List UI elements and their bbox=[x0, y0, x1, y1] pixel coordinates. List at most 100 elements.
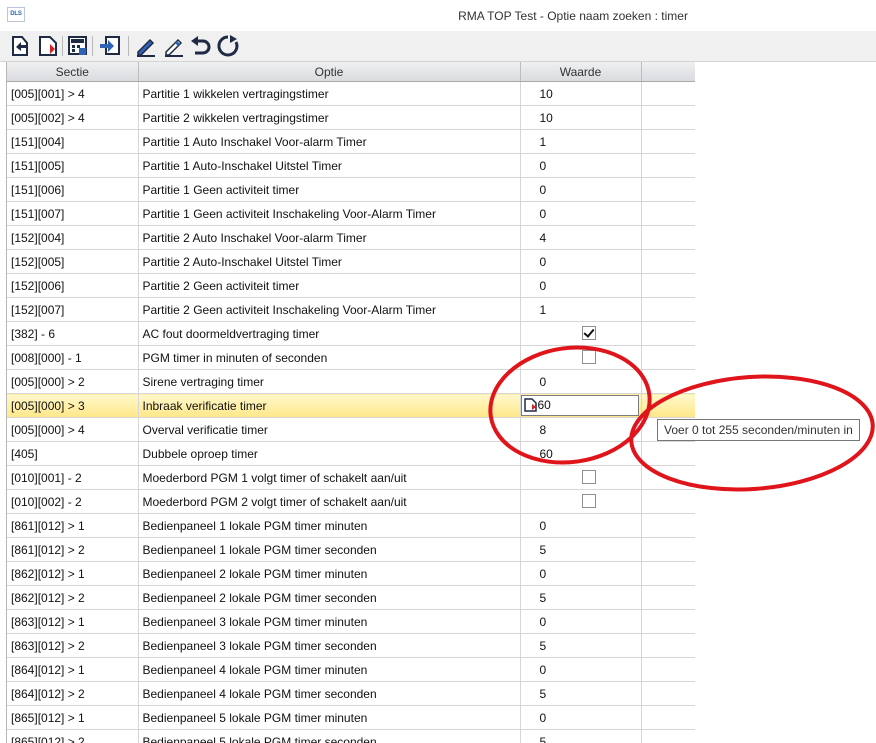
table-row[interactable]: [862][012] > 1 Bedienpaneel 2 lokale PGM … bbox=[7, 561, 695, 586]
table-row[interactable]: [151][004] Partitie 1 Auto Inschakel Voor… bbox=[7, 129, 695, 154]
cell-waarde[interactable]: 5 bbox=[520, 633, 642, 658]
cell-waarde[interactable]: 0 bbox=[520, 153, 642, 178]
tag-icon[interactable] bbox=[36, 34, 60, 58]
cell-sectie: [405] bbox=[7, 441, 139, 466]
table-row[interactable]: [151][007] Partitie 1 Geen activiteit Ins… bbox=[7, 201, 695, 226]
cell-waarde[interactable]: 0 bbox=[520, 249, 642, 274]
cell-value-text: 5 bbox=[539, 542, 547, 557]
table-row[interactable]: [152][005] Partitie 2 Auto-Inschakel Uits… bbox=[7, 249, 695, 274]
cell-value-text: 0 bbox=[539, 710, 547, 725]
cell-waarde[interactable]: 8 bbox=[520, 417, 642, 442]
cell-waarde[interactable]: 60 bbox=[520, 441, 642, 466]
table-row[interactable]: [151][005] Partitie 1 Auto-Inschakel Uits… bbox=[7, 153, 695, 178]
cell-waarde[interactable]: 0 bbox=[520, 177, 642, 202]
table-row[interactable]: [152][004] Partitie 2 Auto Inschakel Voor… bbox=[7, 225, 695, 250]
table-row[interactable]: [010][001] - 2 Moederbord PGM 1 volgt tim… bbox=[7, 465, 695, 490]
table-row[interactable]: [863][012] > 1 Bedienpaneel 3 lokale PGM … bbox=[7, 609, 695, 634]
cell-optie: Bedienpaneel 3 lokale PGM timer seconden bbox=[138, 633, 521, 658]
table-row[interactable]: [152][006] Partitie 2 Geen activiteit tim… bbox=[7, 273, 695, 298]
cell-sectie: [864][012] > 1 bbox=[7, 657, 139, 682]
table-row[interactable]: [005][002] > 4 Partitie 2 wikkelen vertra… bbox=[7, 105, 695, 130]
cell-waarde[interactable]: 0 bbox=[520, 657, 642, 682]
column-header-optie[interactable]: Optie bbox=[138, 62, 521, 82]
cell-waarde[interactable]: 10 bbox=[520, 105, 642, 130]
cell-waarde[interactable]: 5 bbox=[520, 585, 642, 610]
cell-sectie: [862][012] > 1 bbox=[7, 561, 139, 586]
table-row[interactable]: [010][002] - 2 Moederbord PGM 2 volgt tim… bbox=[7, 489, 695, 514]
table-row[interactable]: [861][012] > 2 Bedienpaneel 1 lokale PGM … bbox=[7, 537, 695, 562]
cell-sectie: [152][007] bbox=[7, 297, 139, 322]
cell-optie: Partitie 1 Auto-Inschakel Uitstel Timer bbox=[138, 153, 521, 178]
cell-waarde[interactable]: 0 bbox=[520, 705, 642, 730]
value-edit-field[interactable]: 60 bbox=[520, 395, 639, 416]
value-tooltip: Voer 0 tot 255 seconden/minuten in bbox=[657, 419, 860, 441]
cell-waarde[interactable]: 0 bbox=[520, 609, 642, 634]
table-row[interactable]: [005][000] > 3 Inbraak verificatie timer 6… bbox=[7, 393, 695, 418]
table-row[interactable]: [405] Dubbele oproep timer 60 bbox=[7, 441, 695, 466]
cell-waarde[interactable]: 0 bbox=[520, 201, 642, 226]
cell-waarde[interactable]: 5 bbox=[520, 537, 642, 562]
table-row[interactable]: [005][000] > 4 Overval verificatie timer 8 bbox=[7, 417, 695, 442]
table-row[interactable]: [864][012] > 1 Bedienpaneel 4 lokale PGM … bbox=[7, 657, 695, 682]
refresh-icon[interactable] bbox=[216, 34, 240, 58]
cell-extra bbox=[641, 465, 695, 490]
table-row[interactable]: [862][012] > 2 Bedienpaneel 2 lokale PGM … bbox=[7, 585, 695, 610]
column-header-sectie[interactable]: Sectie bbox=[7, 62, 139, 82]
table-row[interactable]: [008][000] - 1 PGM timer in minuten of se… bbox=[7, 345, 695, 370]
checkbox-unchecked[interactable] bbox=[581, 470, 596, 484]
cell-sectie: [863][012] > 1 bbox=[7, 609, 139, 634]
pencil-blue-icon[interactable] bbox=[134, 34, 158, 58]
cell-extra bbox=[641, 273, 695, 298]
checkbox-unchecked[interactable] bbox=[581, 350, 596, 364]
cell-value-text: 5 bbox=[539, 686, 547, 701]
cell-waarde[interactable] bbox=[520, 489, 642, 514]
table-row[interactable]: [861][012] > 1 Bedienpaneel 1 lokale PGM … bbox=[7, 513, 695, 538]
cell-waarde[interactable]: 60 bbox=[520, 393, 642, 418]
cell-optie: Bedienpaneel 2 lokale PGM timer seconden bbox=[138, 585, 521, 610]
cell-waarde[interactable]: 0 bbox=[520, 513, 642, 538]
cell-optie: Partitie 1 Auto Inschakel Voor-alarm Tim… bbox=[138, 129, 521, 154]
table-row[interactable]: [863][012] > 2 Bedienpaneel 3 lokale PGM … bbox=[7, 633, 695, 658]
cell-optie: Overval verificatie timer bbox=[138, 417, 521, 442]
cell-sectie: [864][012] > 2 bbox=[7, 681, 139, 706]
transfer-icon[interactable] bbox=[98, 34, 122, 58]
cell-waarde[interactable]: 4 bbox=[520, 225, 642, 250]
pencil-edit-icon[interactable] bbox=[162, 34, 186, 58]
cell-waarde[interactable]: 5 bbox=[520, 681, 642, 706]
cell-waarde[interactable] bbox=[520, 321, 642, 346]
table-row[interactable]: [865][012] > 1 Bedienpaneel 5 lokale PGM … bbox=[7, 705, 695, 730]
cell-waarde[interactable]: 0 bbox=[520, 273, 642, 298]
cell-extra bbox=[641, 561, 695, 586]
cell-optie: Bedienpaneel 5 lokale PGM timer seconden bbox=[138, 729, 521, 743]
value-edit-text[interactable]: 60 bbox=[538, 398, 551, 412]
cell-optie: PGM timer in minuten of seconden bbox=[138, 345, 521, 370]
table-row[interactable]: [005][001] > 4 Partitie 1 wikkelen vertra… bbox=[7, 81, 695, 106]
cell-optie: Bedienpaneel 2 lokale PGM timer minuten bbox=[138, 561, 521, 586]
cell-sectie: [151][006] bbox=[7, 177, 139, 202]
cell-waarde[interactable]: 5 bbox=[520, 729, 642, 743]
column-header-waarde[interactable]: Waarde bbox=[520, 62, 642, 82]
cell-waarde[interactable]: 0 bbox=[520, 561, 642, 586]
calculator-icon[interactable] bbox=[66, 34, 90, 58]
undo-icon[interactable] bbox=[189, 34, 213, 58]
table-row[interactable]: [151][006] Partitie 1 Geen activiteit tim… bbox=[7, 177, 695, 202]
table-row[interactable]: [864][012] > 2 Bedienpaneel 4 lokale PGM … bbox=[7, 681, 695, 706]
table-row[interactable]: [005][000] > 2 Sirene vertraging timer 0 bbox=[7, 369, 695, 394]
checkbox-checked[interactable] bbox=[581, 326, 596, 340]
cell-waarde[interactable]: 10 bbox=[520, 81, 642, 106]
cell-optie: Partitie 2 Geen activiteit timer bbox=[138, 273, 521, 298]
nav-back-icon[interactable] bbox=[8, 34, 32, 58]
cell-waarde[interactable]: 1 bbox=[520, 297, 642, 322]
cell-waarde[interactable] bbox=[520, 465, 642, 490]
cell-value-text: 0 bbox=[539, 566, 547, 581]
table-row[interactable]: [865][012] > 2 Bedienpaneel 5 lokale PGM … bbox=[7, 729, 695, 743]
cell-waarde[interactable]: 1 bbox=[520, 129, 642, 154]
checkbox-unchecked[interactable] bbox=[581, 494, 596, 508]
cell-waarde[interactable]: 0 bbox=[520, 369, 642, 394]
table-row[interactable]: [382] - 6 AC fout doormeldvertraging time… bbox=[7, 321, 695, 346]
cell-waarde[interactable] bbox=[520, 345, 642, 370]
cell-value-text: 1 bbox=[539, 302, 547, 317]
table-row[interactable]: [152][007] Partitie 2 Geen activiteit Ins… bbox=[7, 297, 695, 322]
cell-value-text: 10 bbox=[539, 86, 553, 101]
cell-sectie: [010][002] - 2 bbox=[7, 489, 139, 514]
